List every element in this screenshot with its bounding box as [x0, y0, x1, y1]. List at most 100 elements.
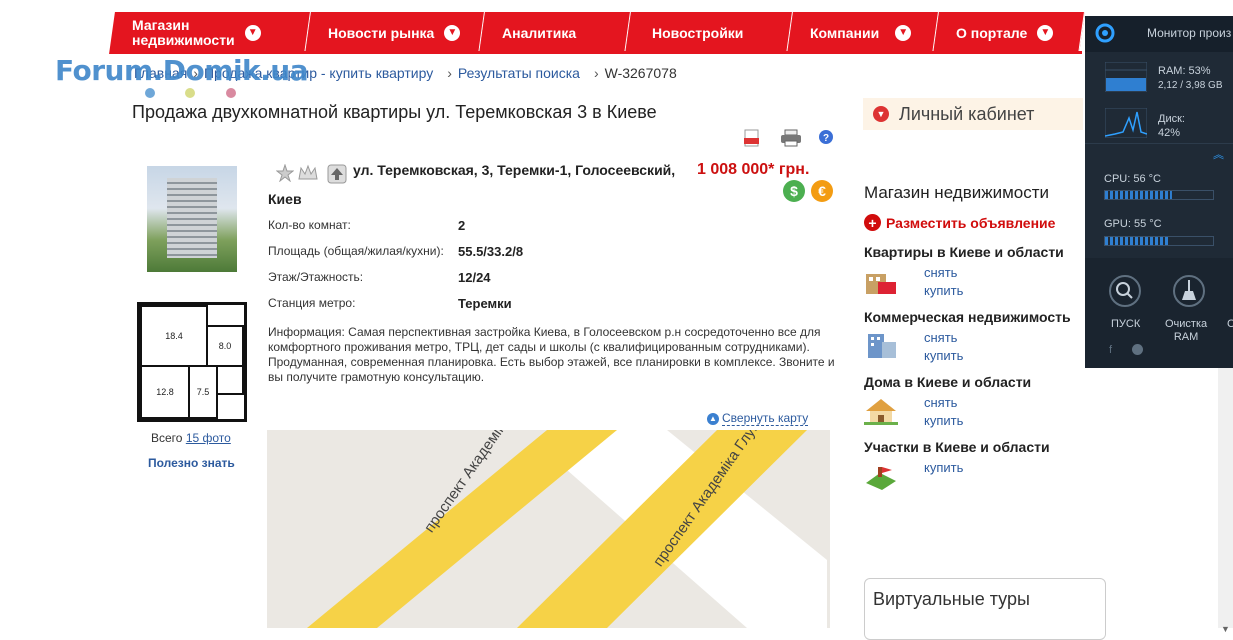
virtual-tours-title: Виртуальные туры [873, 589, 1030, 609]
chevron-down-icon: ▼ [244, 25, 261, 41]
nav-item-label: Аналитика [502, 25, 577, 41]
photos-count: Всего 15 фото [151, 431, 231, 445]
listing-price: 1 008 000* грн. [697, 161, 810, 178]
disk-value: 42% [1158, 127, 1181, 139]
scroll-down-icon[interactable]: ▼ [1221, 624, 1230, 634]
breadcrumb-results[interactable]: Результаты поиска [458, 65, 580, 81]
chevron-down-icon: ▼ [873, 106, 889, 122]
help-icon[interactable]: ? [818, 129, 834, 145]
broom-icon[interactable] [1172, 274, 1206, 308]
link-rent-commercial[interactable]: снять [924, 330, 957, 345]
listing-info: Информация: Самая перспективная застройк… [268, 325, 835, 384]
nav-item-about[interactable]: О портале ▼ [933, 12, 1085, 54]
logo-dot [145, 88, 155, 98]
nav-item-newbuild[interactable]: Новостройки [625, 12, 793, 54]
nav-item-companies[interactable]: Компании ▼ [787, 12, 939, 54]
eur-button[interactable]: € [811, 180, 833, 202]
link-rent-houses[interactable]: снять [924, 395, 957, 410]
listing-city: Киев [268, 191, 302, 207]
virtual-tours-panel[interactable]: Виртуальные туры [864, 578, 1106, 640]
print-icon[interactable] [780, 129, 802, 147]
plan-room-label: 8.0 [206, 325, 244, 367]
up-arrow-icon[interactable] [327, 164, 347, 184]
main-nav: Магазин недвижимости ▼ Новости рынка ▼ Ана… [109, 12, 1085, 54]
office-icon [868, 334, 896, 358]
gpu-bar [1104, 236, 1214, 246]
plan-room-label: 12.8 [140, 365, 190, 419]
breadcrumb-current: W-3267078 [604, 65, 677, 81]
monitor-cut-label: С [1227, 318, 1233, 330]
shop-title: Магазин недвижимости [864, 183, 1050, 202]
ram-label: RAM: 53% [1158, 65, 1211, 77]
svg-text:?: ? [823, 133, 829, 144]
facebook-icon[interactable]: f [1109, 344, 1112, 356]
prop-label: Площадь (общая/жилая/кухни): [268, 244, 444, 258]
link-buy-apartments[interactable]: купить [924, 283, 963, 298]
section-title: Коммерческая недвижимость [864, 309, 1071, 325]
monitor-logo-icon [1095, 23, 1115, 43]
start-button-label[interactable]: ПУСК [1111, 318, 1140, 330]
collapse-map-link[interactable]: ▲ Свернуть карту [707, 411, 809, 426]
prop-value: 55.5/33.2/8 [458, 244, 524, 259]
useful-link[interactable]: Полезно знать [148, 456, 235, 470]
cpu-label: CPU: 56 °C [1104, 173, 1161, 185]
prop-value: 12/24 [458, 270, 491, 285]
plan-room-label: 7.5 [188, 365, 218, 419]
chevron-down-icon: ▼ [895, 25, 912, 41]
nav-item-analytics[interactable]: Аналитика [479, 12, 631, 54]
page-title: Продажа двухкомнатной квартиры ул. Терем… [132, 102, 657, 122]
nav-item-label: Компании [810, 25, 880, 41]
add-ad-button[interactable]: + Разместить объявление [864, 214, 1055, 231]
link-buy-houses[interactable]: купить [924, 413, 963, 428]
crown-icon[interactable] [298, 164, 318, 182]
pdf-icon[interactable] [744, 129, 760, 147]
link-rent-apartments[interactable]: снять [924, 265, 957, 280]
chevron-down-icon: ▼ [1037, 25, 1054, 41]
prop-value: Теремки [458, 296, 512, 311]
star-icon[interactable] [276, 164, 294, 182]
link-buy-commercial[interactable]: купить [924, 348, 963, 363]
disk-graph [1105, 108, 1147, 138]
listing-photo[interactable] [147, 166, 237, 272]
nav-item-label: Новостройки [652, 25, 744, 41]
nav-item-label: Новости рынка [328, 25, 435, 41]
nav-item-label: О портале [956, 25, 1028, 41]
nav-item-news[interactable]: Новости рынка ▼ [305, 12, 485, 54]
section-title: Квартиры в Киеве и области [864, 244, 1064, 260]
logo-dot [185, 88, 195, 98]
cpu-bar [1104, 190, 1214, 200]
house-icon [864, 399, 898, 425]
listing-address: ул. Теремковская, 3, Теремки-1, Голосеев… [353, 162, 676, 178]
apartment-icon [866, 274, 896, 294]
prop-label: Этаж/Этажность: [268, 270, 364, 284]
nav-item-label: Магазин недвижимости [132, 17, 235, 48]
usd-button[interactable]: $ [783, 180, 805, 202]
prop-label: Кол-во комнат: [268, 218, 351, 232]
chevron-down-icon: ▼ [444, 25, 461, 41]
plan-room-label: 18.4 [140, 305, 208, 367]
prop-value: 2 [458, 218, 466, 233]
disk-label: Диск: [1158, 113, 1185, 125]
map[interactable]: проспект Академіка Глушкова проспект Ака… [267, 430, 830, 628]
collapse-icon[interactable]: ︽ [1213, 146, 1224, 162]
logo-dot [226, 88, 236, 98]
site-logo[interactable]: Forum.Domik.ua [55, 54, 309, 87]
chevron-up-icon: ▲ [707, 412, 719, 425]
land-icon [866, 467, 896, 490]
section-title: Дома в Киеве и области [864, 374, 1032, 390]
plan-bath [216, 365, 244, 395]
nav-item-shop[interactable]: Магазин недвижимости ▼ [109, 12, 311, 54]
monitor-title: Монитор произ [1147, 26, 1232, 40]
photos-link[interactable]: 15 фото [186, 431, 231, 445]
clean-ram-label[interactable]: Очистка RAM [1165, 318, 1207, 344]
prop-label: Станция метро: [268, 296, 356, 310]
floor-plan[interactable]: 18.4 8.0 12.8 7.5 [137, 302, 247, 422]
link-buy-land[interactable]: купить [924, 460, 963, 475]
section-title: Участки в Киеве и области [864, 439, 1050, 455]
start-button-icon[interactable] [1108, 274, 1142, 308]
system-monitor-widget: Монитор произ RAM: 53% 2,12 / 3,98 GB Ди… [1085, 16, 1233, 368]
plus-icon: + [864, 214, 881, 231]
personal-cabinet-button[interactable]: ▼ Личный кабинет [863, 98, 1083, 130]
ram-graph [1105, 62, 1147, 92]
user-icon[interactable] [1132, 344, 1143, 355]
